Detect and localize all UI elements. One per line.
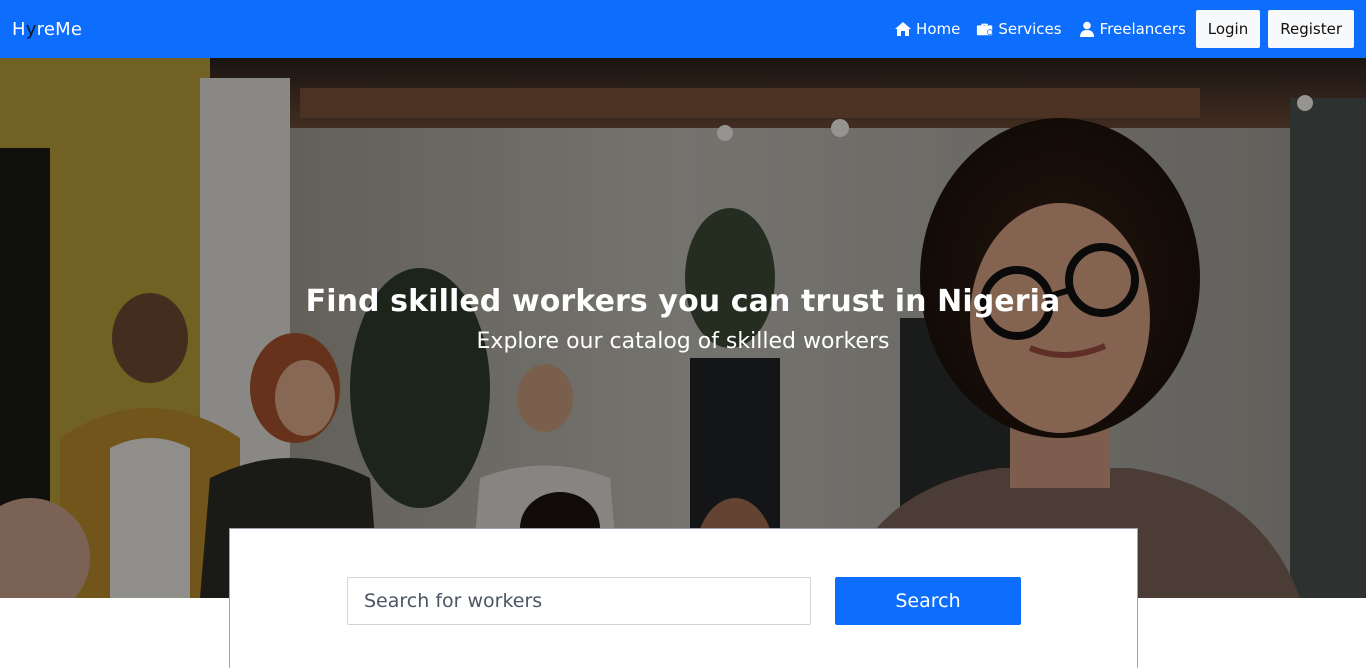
nav-freelancers-label: Freelancers (1099, 20, 1186, 38)
top-navbar: HyreMe Home Services Freelancers Login R… (0, 0, 1366, 58)
briefcase-icon (976, 21, 994, 37)
hero-text-block: Find skilled workers you can trust in Ni… (0, 284, 1366, 354)
search-button[interactable]: Search (835, 577, 1021, 625)
hero-title: Find skilled workers you can trust in Ni… (305, 284, 1061, 319)
brand-rest: reMe (36, 18, 83, 40)
home-icon (894, 21, 912, 37)
brand-letter-y: y (25, 18, 37, 40)
user-icon (1078, 21, 1096, 37)
brand-letter-h: H (12, 18, 26, 40)
search-input[interactable] (347, 577, 811, 625)
login-button[interactable]: Login (1195, 10, 1261, 48)
nav-home-label: Home (916, 20, 961, 38)
search-card: Search (229, 528, 1138, 668)
nav-home-link[interactable]: Home (894, 20, 960, 38)
nav-services-link[interactable]: Services (976, 20, 1062, 38)
nav-links: Home Services Freelancers Login Register (894, 10, 1354, 48)
hero-subtitle: Explore our catalog of skilled workers (476, 329, 890, 354)
hero-section: Find skilled workers you can trust in Ni… (0, 58, 1366, 598)
nav-freelancers-link[interactable]: Freelancers (1078, 20, 1186, 38)
nav-services-label: Services (998, 20, 1062, 38)
brand-logo[interactable]: HyreMe (12, 19, 82, 40)
register-button[interactable]: Register (1268, 10, 1354, 48)
